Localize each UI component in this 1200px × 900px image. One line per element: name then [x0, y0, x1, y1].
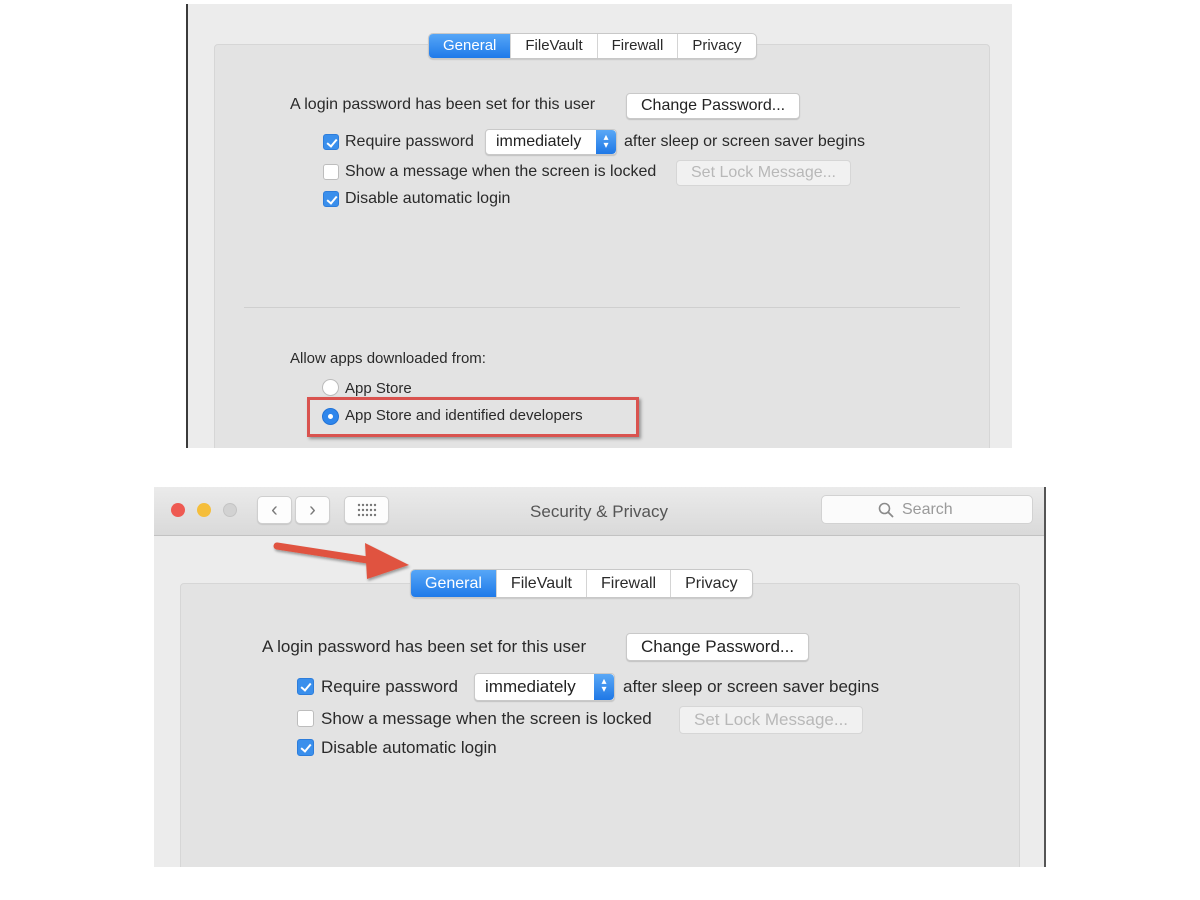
require-password-suffix: after sleep or screen saver begins	[624, 133, 866, 150]
tab-filevault[interactable]: FileVault	[497, 570, 587, 597]
require-password-delay-select[interactable]: immediately ▴ ▾	[474, 673, 615, 701]
show-message-checkbox[interactable]	[323, 164, 339, 180]
set-lock-message-button[interactable]: Set Lock Message...	[679, 706, 864, 734]
tab-privacy[interactable]: Privacy	[671, 570, 751, 597]
radio-app-store-identified[interactable]	[322, 408, 339, 425]
section-divider	[244, 307, 960, 308]
tab-privacy[interactable]: Privacy	[678, 34, 755, 58]
tab-filevault[interactable]: FileVault	[511, 34, 598, 58]
search-placeholder: Search	[902, 501, 953, 518]
disable-auto-login-label: Disable automatic login	[345, 190, 511, 207]
show-message-checkbox[interactable]	[297, 710, 314, 727]
require-password-label: Require password	[321, 677, 459, 696]
select-value: immediately	[485, 677, 576, 696]
show-message-label: Show a message when the screen is locked	[321, 709, 652, 728]
require-password-delay-select[interactable]: immediately ▴ ▾	[485, 129, 617, 155]
require-password-checkbox[interactable]	[297, 678, 314, 695]
radio-app-store-label: App Store	[345, 380, 412, 397]
radio-app-store-identified-label: App Store and identified developers	[345, 407, 583, 424]
disable-auto-login-checkbox[interactable]	[323, 191, 339, 207]
allow-apps-label: Allow apps downloaded from:	[290, 350, 486, 367]
security-privacy-window: ‹ › Security & Privacy Search General Fi…	[154, 487, 1046, 867]
require-password-label: Require password	[345, 133, 474, 150]
show-message-label: Show a message when the screen is locked	[345, 163, 657, 180]
chevron-updown-icon: ▴ ▾	[594, 674, 614, 700]
chevron-updown-icon: ▴ ▾	[596, 130, 616, 154]
tab-general[interactable]: General	[411, 570, 497, 597]
tab-firewall[interactable]: Firewall	[587, 570, 672, 597]
radio-app-store[interactable]	[322, 379, 339, 396]
login-password-text: A login password has been set for this u…	[290, 96, 596, 113]
tab-bar: General FileVault Firewall Privacy	[428, 33, 757, 59]
title-bar: ‹ › Security & Privacy Search	[154, 487, 1044, 536]
tab-firewall[interactable]: Firewall	[598, 34, 679, 58]
tab-bar: General FileVault Firewall Privacy	[410, 569, 753, 598]
red-arrow-annotation	[273, 542, 409, 579]
change-password-button[interactable]: Change Password...	[626, 633, 810, 661]
require-password-suffix: after sleep or screen saver begins	[623, 677, 880, 696]
change-password-button[interactable]: Change Password...	[626, 93, 801, 119]
set-lock-message-button[interactable]: Set Lock Message...	[676, 160, 851, 186]
tab-general[interactable]: General	[429, 34, 512, 58]
search-field[interactable]: Search	[821, 495, 1033, 524]
login-password-text: A login password has been set for this u…	[262, 637, 587, 656]
top-screenshot-panel: General FileVault Firewall Privacy A log…	[186, 4, 1012, 448]
require-password-checkbox[interactable]	[323, 134, 339, 150]
search-icon	[878, 502, 894, 518]
select-value: immediately	[496, 133, 582, 150]
disable-auto-login-checkbox[interactable]	[297, 739, 314, 756]
disable-auto-login-label: Disable automatic login	[321, 738, 497, 757]
